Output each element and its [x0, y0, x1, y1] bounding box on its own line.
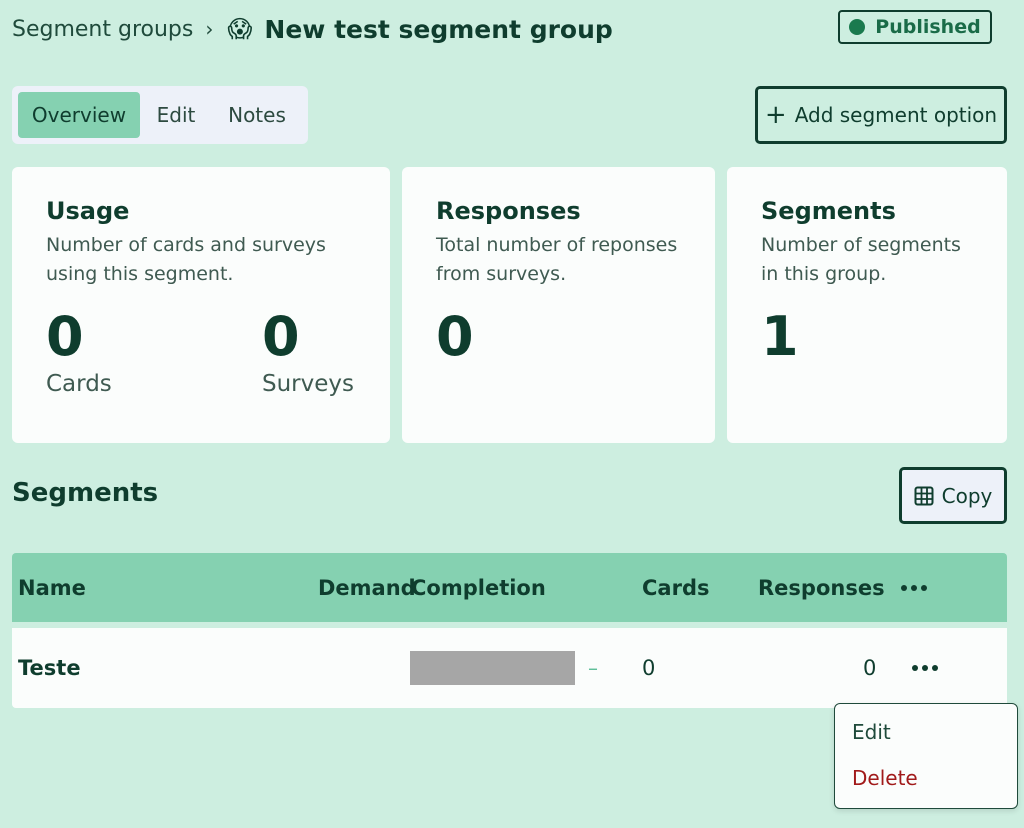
completion-value: – — [588, 656, 598, 680]
table-row[interactable]: Teste – 0 0 — [12, 628, 1007, 708]
add-segment-option-button[interactable]: + Add segment option — [755, 86, 1007, 144]
menu-item-edit[interactable]: Edit — [852, 720, 891, 744]
column-header-responses[interactable]: Responses — [758, 553, 885, 622]
table-icon — [914, 486, 934, 505]
usage-card-title: Usage — [46, 197, 130, 225]
page-title: New test segment group — [264, 14, 613, 44]
column-header-demand[interactable]: Demand — [318, 553, 416, 622]
table-header: Name Demand Completion Cards Responses — [12, 553, 1007, 622]
completion-bar — [410, 651, 575, 685]
segments-value: 1 — [761, 305, 799, 368]
chevron-right-icon: › — [205, 17, 214, 41]
status-dot-icon — [849, 19, 866, 35]
menu-item-delete[interactable]: Delete — [852, 766, 918, 790]
row-actions-menu: Edit Delete — [834, 703, 1018, 809]
usage-cards-value: 0 — [46, 305, 84, 368]
tab-edit[interactable]: Edit — [140, 92, 212, 138]
responses-value: 0 — [436, 305, 474, 368]
segments-card-title: Segments — [761, 197, 896, 225]
usage-card: Usage Number of cards and surveys using … — [12, 167, 390, 443]
usage-cards-label: Cards — [46, 371, 112, 397]
column-header-cards[interactable]: Cards — [642, 553, 709, 622]
header-more-options-icon[interactable] — [901, 553, 927, 622]
status-label: Published — [875, 16, 981, 38]
column-header-completion[interactable]: Completion — [411, 553, 546, 622]
column-header-name[interactable]: Name — [18, 553, 86, 622]
row-responses-value: 0 — [863, 656, 877, 680]
segments-card-description: Number of segments in this group. — [761, 234, 961, 285]
scream-emoji-icon: 😱 — [227, 15, 253, 43]
responses-card-description: Total number of reponses from surveys. — [436, 234, 678, 285]
tab-overview[interactable]: Overview — [18, 92, 140, 138]
tab-bar: Overview Edit Notes — [12, 86, 308, 144]
row-cards-value: 0 — [642, 656, 656, 680]
plus-icon: + — [764, 100, 787, 130]
breadcrumb: Segment groups › 😱 New test segment grou… — [12, 12, 613, 46]
segments-section-title: Segments — [12, 478, 159, 508]
breadcrumb-segment-groups-link[interactable]: Segment groups — [12, 17, 193, 42]
segments-card: Segments Number of segments in this grou… — [727, 167, 1007, 443]
responses-card: Responses Total number of reponses from … — [402, 167, 715, 443]
add-segment-option-label: Add segment option — [794, 103, 998, 127]
usage-card-description: Number of cards and surveys using this s… — [46, 234, 326, 285]
tab-notes[interactable]: Notes — [212, 92, 302, 138]
copy-button[interactable]: Copy — [899, 467, 1007, 524]
status-badge: Published — [838, 10, 992, 44]
usage-surveys-value: 0 — [262, 305, 300, 368]
row-name[interactable]: Teste — [18, 628, 81, 708]
copy-button-label: Copy — [941, 483, 993, 508]
usage-surveys-label: Surveys — [262, 371, 354, 397]
responses-card-title: Responses — [436, 197, 581, 225]
row-more-options-icon[interactable] — [912, 628, 938, 708]
